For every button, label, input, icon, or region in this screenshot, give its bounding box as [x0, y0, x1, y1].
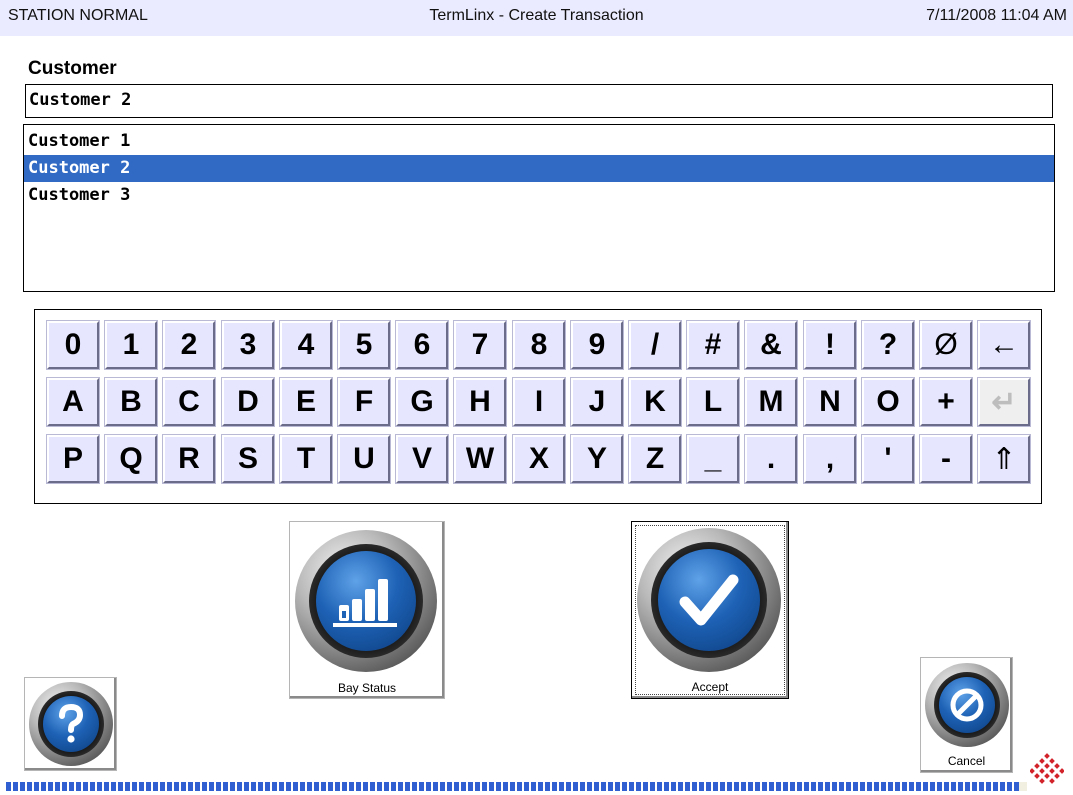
- company-logo-icon: [1030, 753, 1064, 784]
- key-minus[interactable]: -: [919, 434, 973, 484]
- key-w[interactable]: W: [453, 434, 507, 484]
- key-a[interactable]: A: [46, 377, 100, 427]
- ring-inner: [38, 691, 104, 757]
- backspace-key[interactable]: ←: [977, 320, 1031, 370]
- key-e[interactable]: E: [279, 377, 333, 427]
- customer-input[interactable]: Customer 2: [25, 84, 1053, 118]
- bay-status-ring: [295, 530, 437, 672]
- key-period[interactable]: .: [744, 434, 798, 484]
- key-4[interactable]: 4: [279, 320, 333, 370]
- key-g[interactable]: G: [395, 377, 449, 427]
- checkmark-icon: [658, 549, 760, 651]
- customer-list[interactable]: Customer 1 Customer 2 Customer 3: [23, 124, 1055, 292]
- key-t[interactable]: T: [279, 434, 333, 484]
- key-m[interactable]: M: [744, 377, 798, 427]
- key-k[interactable]: K: [628, 377, 682, 427]
- accept-ring: [637, 528, 781, 672]
- ring-inner: [934, 672, 1000, 738]
- key-exclamation[interactable]: !: [803, 320, 857, 370]
- accept-label: Accept: [691, 680, 729, 694]
- key-o[interactable]: O: [861, 377, 915, 427]
- ring-inner: [309, 544, 423, 658]
- key-2[interactable]: 2: [162, 320, 216, 370]
- enter-key: ↵: [977, 377, 1031, 427]
- key-l[interactable]: L: [686, 377, 740, 427]
- on-screen-keyboard: 0 1 2 3 4 5 6 7 8 9/# &!? Ø ← A B C D E F G H I J K L M N O + ↵ P Q R S T U…: [34, 309, 1042, 504]
- help-ring: [29, 682, 113, 766]
- ring-inner: [651, 542, 767, 658]
- key-p[interactable]: P: [46, 434, 100, 484]
- customer-label: Customer: [28, 58, 117, 79]
- key-n[interactable]: N: [803, 377, 857, 427]
- bay-status-label: Bay Status: [337, 681, 397, 695]
- key-apostrophe[interactable]: ': [861, 434, 915, 484]
- shift-key[interactable]: ⇑: [977, 434, 1031, 484]
- key-question[interactable]: ?: [861, 320, 915, 370]
- key-q[interactable]: Q: [104, 434, 158, 484]
- customer-list-item[interactable]: Customer 1: [24, 128, 1054, 155]
- key-r[interactable]: R: [162, 434, 216, 484]
- key-9[interactable]: 9: [570, 320, 624, 370]
- key-c[interactable]: C: [162, 377, 216, 427]
- key-8[interactable]: 8: [512, 320, 566, 370]
- key-j[interactable]: J: [570, 377, 624, 427]
- key-u[interactable]: U: [337, 434, 391, 484]
- key-h[interactable]: H: [453, 377, 507, 427]
- bar-chart-icon: [316, 551, 416, 651]
- key-v[interactable]: V: [395, 434, 449, 484]
- key-d[interactable]: D: [221, 377, 275, 427]
- accept-button[interactable]: Accept: [631, 521, 789, 699]
- key-hash[interactable]: #: [686, 320, 740, 370]
- key-s[interactable]: S: [221, 434, 275, 484]
- help-button[interactable]: [24, 677, 117, 771]
- title-bar: STATION NORMAL TermLinx - Create Transac…: [0, 0, 1073, 36]
- progress-strip-end: [1019, 782, 1027, 791]
- key-x[interactable]: X: [512, 434, 566, 484]
- key-null[interactable]: Ø: [919, 320, 973, 370]
- key-b[interactable]: B: [104, 377, 158, 427]
- cancel-ring: [925, 663, 1009, 747]
- key-comma[interactable]: ,: [803, 434, 857, 484]
- prohibit-icon: [939, 677, 995, 733]
- key-ampersand[interactable]: &: [744, 320, 798, 370]
- key-z[interactable]: Z: [628, 434, 682, 484]
- key-i[interactable]: I: [512, 377, 566, 427]
- key-y[interactable]: Y: [570, 434, 624, 484]
- progress-strip: [6, 782, 1019, 791]
- bay-status-button[interactable]: Bay Status: [289, 521, 445, 699]
- customer-list-item[interactable]: Customer 3: [24, 182, 1054, 209]
- key-6[interactable]: 6: [395, 320, 449, 370]
- key-3[interactable]: 3: [221, 320, 275, 370]
- key-0[interactable]: 0: [46, 320, 100, 370]
- customer-list-item[interactable]: Customer 2: [24, 155, 1054, 182]
- key-slash[interactable]: /: [628, 320, 682, 370]
- key-plus[interactable]: +: [919, 377, 973, 427]
- key-7[interactable]: 7: [453, 320, 507, 370]
- key-1[interactable]: 1: [104, 320, 158, 370]
- window-title: TermLinx - Create Transaction: [429, 7, 644, 24]
- cancel-label: Cancel: [947, 754, 986, 768]
- key-underscore[interactable]: _: [686, 434, 740, 484]
- question-icon: [43, 696, 99, 752]
- key-f[interactable]: F: [337, 377, 391, 427]
- cancel-button[interactable]: Cancel: [920, 657, 1013, 773]
- date-time: 7/11/2008 11:04 AM: [926, 7, 1067, 24]
- key-5[interactable]: 5: [337, 320, 391, 370]
